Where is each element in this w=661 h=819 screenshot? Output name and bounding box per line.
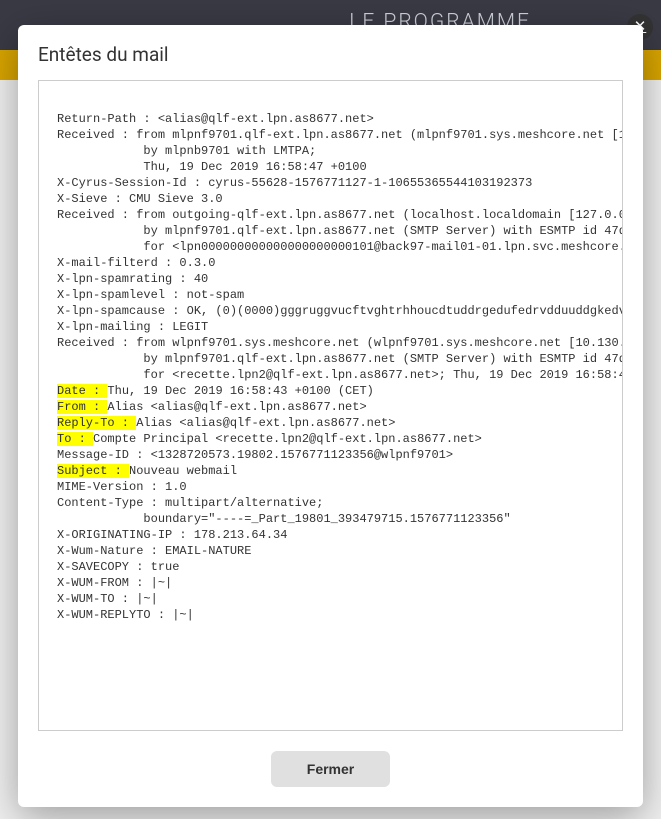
header-received-1c: Thu, 19 Dec 2019 16:58:47 +0100 bbox=[57, 160, 367, 174]
header-to-value: Compte Principal <recette.lpn2@qlf-ext.l… bbox=[93, 432, 482, 446]
header-x-sieve: X-Sieve : CMU Sieve 3.0 bbox=[57, 192, 223, 206]
email-headers-modal: Entêtes du mail Return-Path : <alias@qlf… bbox=[18, 25, 643, 807]
header-received-2c: for <lpn000000000000000000000101@back97-… bbox=[57, 240, 623, 254]
close-button[interactable]: Fermer bbox=[271, 751, 390, 787]
header-subject-label: Subject : bbox=[57, 464, 129, 478]
header-mime: MIME-Version : 1.0 bbox=[57, 480, 187, 494]
header-x-wum-from: X-WUM-FROM : |~| bbox=[57, 576, 172, 590]
header-date-value: Thu, 19 Dec 2019 16:58:43 +0100 (CET) bbox=[107, 384, 373, 398]
header-message-id: Message-ID : <1328720573.19802.157677112… bbox=[57, 448, 453, 462]
header-received-3a: Received : from wlpnf9701.sys.meshcore.n… bbox=[57, 336, 623, 350]
header-x-lpn-spamrating: X-lpn-spamrating : 40 bbox=[57, 272, 208, 286]
header-content-type-a: Content-Type : multipart/alternative; bbox=[57, 496, 331, 510]
header-x-wum-replyto: X-WUM-REPLYTO : |~| bbox=[57, 608, 194, 622]
header-received-2a: Received : from outgoing-qlf-ext.lpn.as8… bbox=[57, 208, 623, 222]
header-received-3c: for <recette.lpn2@qlf-ext.lpn.as8677.net… bbox=[57, 368, 623, 382]
headers-content[interactable]: Return-Path : <alias@qlf-ext.lpn.as8677.… bbox=[38, 80, 623, 731]
header-x-lpn-mailing: X-lpn-mailing : LEGIT bbox=[57, 320, 208, 334]
header-replyto-value: Alias <alias@qlf-ext.lpn.as8677.net> bbox=[136, 416, 395, 430]
header-date-label: Date : bbox=[57, 384, 107, 398]
header-x-wum-nature: X-Wum-Nature : EMAIL-NATURE bbox=[57, 544, 251, 558]
header-received-2b: by mlpnf9701.qlf-ext.lpn.as8677.net (SMT… bbox=[57, 224, 623, 238]
header-x-lpn-spamcause: X-lpn-spamcause : OK, (0)(0000)gggruggvu… bbox=[57, 304, 623, 318]
header-x-mail-filterd: X-mail-filterd : 0.3.0 bbox=[57, 256, 215, 270]
header-from-value: Alias <alias@qlf-ext.lpn.as8677.net> bbox=[107, 400, 366, 414]
header-x-savecopy: X-SAVECOPY : true bbox=[57, 560, 179, 574]
header-x-cyrus: X-Cyrus-Session-Id : cyrus-55628-1576771… bbox=[57, 176, 532, 190]
header-x-wum-to: X-WUM-TO : |~| bbox=[57, 592, 158, 606]
header-received-1b: by mlpnb9701 with LMTPA; bbox=[57, 144, 316, 158]
header-return-path: Return-Path : <alias@qlf-ext.lpn.as8677.… bbox=[57, 112, 374, 126]
header-to-label: To : bbox=[57, 432, 93, 446]
header-subject-value: Nouveau webmail bbox=[129, 464, 237, 478]
modal-footer: Fermer bbox=[38, 731, 623, 787]
header-x-originating-ip: X-ORIGINATING-IP : 178.213.64.34 bbox=[57, 528, 287, 542]
header-replyto-label: Reply-To : bbox=[57, 416, 136, 430]
header-received-1a: Received : from mlpnf9701.qlf-ext.lpn.as… bbox=[57, 128, 623, 142]
header-received-3b: by mlpnf9701.qlf-ext.lpn.as8677.net (SMT… bbox=[57, 352, 623, 366]
header-x-lpn-spamlevel: X-lpn-spamlevel : not-spam bbox=[57, 288, 244, 302]
modal-title: Entêtes du mail bbox=[38, 43, 623, 66]
header-content-type-b: boundary="----=_Part_19801_393479715.157… bbox=[57, 512, 511, 526]
header-from-label: From : bbox=[57, 400, 107, 414]
